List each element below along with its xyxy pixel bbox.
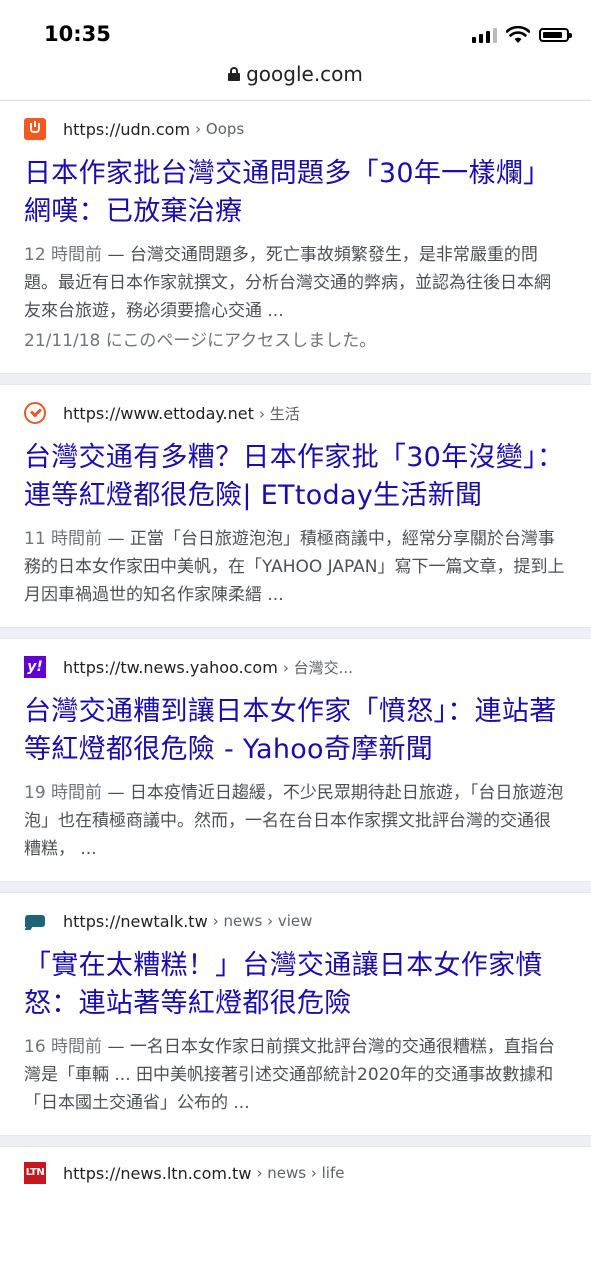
search-result-partial: LTN https://news.ltn.com.tw › news › lif… (0, 1147, 591, 1201)
result-divider (0, 1135, 591, 1147)
result-divider (0, 627, 591, 639)
result-snippet: 12 時間前 — 台灣交通問題多，死亡事故頻繁發生，是非常嚴重的問題。最近有日本… (24, 245, 551, 321)
search-result: https://www.ettoday.net › 生活 台灣交通有多糟？日本作… (0, 385, 591, 627)
result-source[interactable]: https://udn.com › Oops (24, 117, 567, 141)
result-title-link[interactable]: 「實在太糟糕！」台灣交通讓日本女作家憤怒：連站著等紅燈都很危險 (24, 947, 567, 1023)
result-snippet-text: 台灣交通問題多，死亡事故頻繁發生，是非常嚴重的問題。最近有日本作家就撰文，分析台… (24, 245, 551, 321)
result-source-url: https://udn.com (63, 119, 191, 139)
result-divider (0, 881, 591, 893)
result-source-url: https://news.ltn.com.tw (63, 1163, 252, 1183)
result-title-link[interactable]: 台灣交通有多糟？日本作家批「30年沒變」：連等紅燈都很危險| ETtoday生活… (24, 439, 567, 515)
result-divider (0, 373, 591, 385)
search-result: y! https://tw.news.yahoo.com › 台灣交... 台灣… (0, 639, 591, 881)
result-snippet: 19 時間前 — 日本疫情近日趨緩，不少民眾期待赴日旅遊，「台日旅遊泡泡」也在積… (24, 783, 564, 859)
result-source[interactable]: LTN https://news.ltn.com.tw › news › lif… (24, 1161, 567, 1185)
wifi-icon (506, 26, 530, 43)
newtalk-icon (24, 910, 46, 932)
ltn-icon: LTN (24, 1162, 46, 1184)
address-bar[interactable]: google.com (0, 62, 591, 100)
result-date: 12 時間前 (24, 245, 103, 265)
result-date: 11 時間前 (24, 529, 103, 549)
search-result: https://udn.com › Oops 日本作家批台灣交通問題多「30年一… (0, 101, 591, 373)
result-source-url: https://tw.news.yahoo.com (63, 657, 278, 677)
address-domain: google.com (246, 62, 363, 86)
cellular-signal-icon (472, 27, 497, 43)
result-snippet-text: 正當「台日旅遊泡泡」積極商議中，經常分享關於台灣事務的日本女作家田中美帆，在「Y… (24, 529, 565, 605)
lock-icon (228, 67, 241, 81)
result-source-path: › Oops (195, 120, 245, 138)
result-date: 19 時間前 (24, 783, 103, 803)
ettoday-icon (24, 402, 46, 424)
result-date: 16 時間前 (24, 1037, 103, 1057)
result-title-link[interactable]: 台灣交通糟到讓日本女作家「憤怒」：連站著等紅燈都很危險 - Yahoo奇摩新聞 (24, 693, 567, 769)
status-icons (472, 26, 572, 44)
result-source-path: › news › view (212, 912, 313, 930)
yahoo-icon: y! (24, 656, 46, 678)
result-snippet-text: 日本疫情近日趨緩，不少民眾期待赴日旅遊，「台日旅遊泡泡」也在積極商議中。然而，一… (24, 783, 564, 859)
result-source-url: https://newtalk.tw (63, 911, 208, 931)
result-snippet: 16 時間前 — 一名日本女作家日前撰文批評台灣的交通很糟糕，直指台灣是「車輛 … (24, 1037, 555, 1113)
result-source-path: › 台灣交... (282, 658, 353, 677)
result-source[interactable]: y! https://tw.news.yahoo.com › 台灣交... (24, 655, 567, 679)
result-visited-note: 21/11/18 にこのページにアクセスしました。 (24, 331, 377, 351)
result-source-path: › news › life (256, 1164, 345, 1182)
battery-icon (539, 28, 572, 42)
result-source[interactable]: https://www.ettoday.net › 生活 (24, 401, 567, 425)
result-title-link[interactable]: 日本作家批台灣交通問題多「30年一樣爛」 網嘆：已放棄治療 (24, 155, 567, 231)
result-source-url: https://www.ettoday.net (63, 403, 254, 423)
result-snippet-text: 一名日本女作家日前撰文批評台灣的交通很糟糕，直指台灣是「車輛 ... 田中美帆接… (24, 1037, 555, 1113)
result-source-path: › 生活 (259, 404, 300, 423)
result-source[interactable]: https://newtalk.tw › news › view (24, 909, 567, 933)
result-snippet: 11 時間前 — 正當「台日旅遊泡泡」積極商議中，經常分享關於台灣事務的日本女作… (24, 529, 565, 605)
status-time: 10:35 (44, 22, 111, 46)
status-bar: 10:35 (0, 0, 591, 62)
udn-icon (24, 118, 46, 140)
search-result: https://newtalk.tw › news › view 「實在太糟糕！… (0, 893, 591, 1135)
search-results: https://udn.com › Oops 日本作家批台灣交通問題多「30年一… (0, 101, 591, 1201)
battery-level (543, 32, 562, 38)
